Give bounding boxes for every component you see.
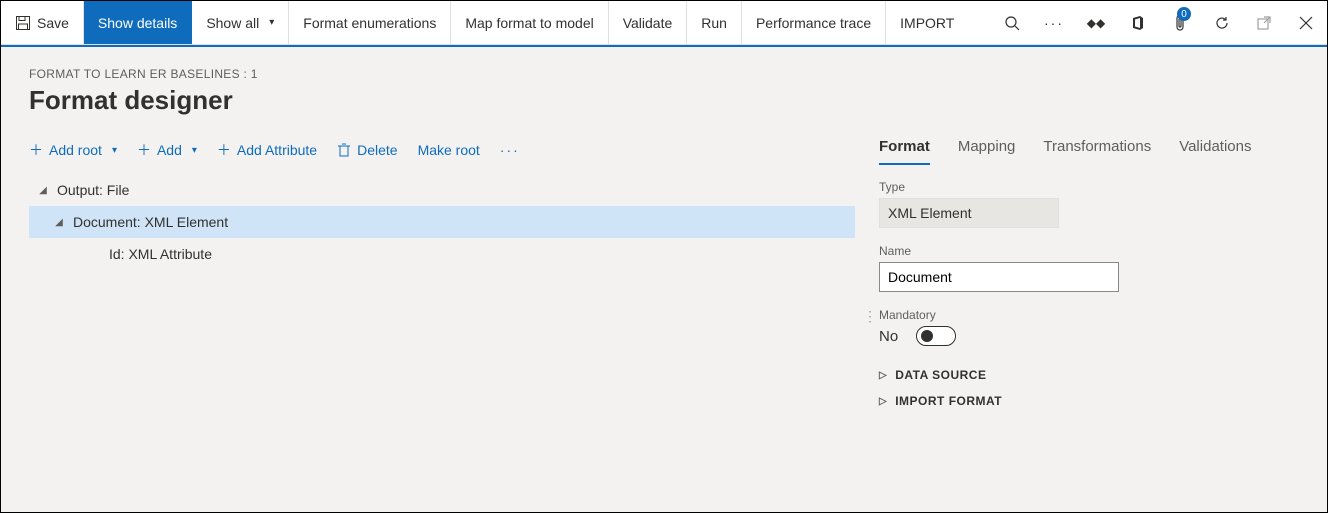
refresh-button[interactable] <box>1201 1 1243 44</box>
save-icon <box>15 15 31 31</box>
format-enum-label: Format enumerations <box>303 15 436 31</box>
trash-icon <box>337 143 351 157</box>
content-area: FORMAT TO LEARN ER BASELINES : 1 Format … <box>1 45 1327 512</box>
tree-node-output[interactable]: ◢ Output: File <box>29 174 855 206</box>
detail-tabs: Format Mapping Transformations Validatio… <box>879 134 1299 166</box>
add-label: Add <box>157 142 182 158</box>
add-attribute-label: Add Attribute <box>237 142 317 158</box>
tab-validations[interactable]: Validations <box>1179 134 1251 165</box>
ellipsis-icon: ··· <box>500 142 520 158</box>
caret-right-icon: ▷ <box>879 396 887 407</box>
tree-node-label: Id: XML Attribute <box>109 246 212 262</box>
tree-node-id[interactable]: Id: XML Attribute <box>29 238 855 270</box>
popout-icon <box>1256 15 1272 31</box>
ellipsis-icon: ··· <box>1044 15 1064 31</box>
mandatory-toggle[interactable] <box>916 326 956 346</box>
perf-trace-label: Performance trace <box>756 15 871 31</box>
diamonds-button[interactable]: ◆◆ <box>1075 1 1117 44</box>
format-tree: ◢ Output: File ◢ Document: XML Element I… <box>29 174 855 270</box>
diamonds-icon: ◆◆ <box>1087 16 1105 30</box>
toggle-knob <box>921 330 933 342</box>
caret-expanded-icon: ◢ <box>37 185 49 196</box>
left-pane: ＋ Add root ▾ ＋ Add ▾ ＋ Add Attribute Del… <box>29 134 855 270</box>
validate-label: Validate <box>623 15 673 31</box>
more-actions-button[interactable]: ··· <box>500 142 520 158</box>
caret-expanded-icon: ◢ <box>53 217 65 228</box>
performance-trace-button[interactable]: Performance trace <box>742 1 886 44</box>
refresh-icon <box>1214 15 1230 31</box>
more-button[interactable]: ··· <box>1033 1 1075 44</box>
format-enumerations-button[interactable]: Format enumerations <box>289 1 451 44</box>
mandatory-value: No <box>879 328 898 345</box>
show-details-button[interactable]: Show details <box>84 1 192 44</box>
search-button[interactable] <box>991 1 1033 44</box>
plus-icon: ＋ <box>137 140 151 160</box>
chevron-down-icon: ▾ <box>269 17 274 28</box>
caret-right-icon: ▷ <box>879 370 887 381</box>
tab-mapping[interactable]: Mapping <box>958 134 1016 165</box>
breadcrumb: FORMAT TO LEARN ER BASELINES : 1 <box>29 67 1299 81</box>
make-root-button[interactable]: Make root <box>418 142 480 158</box>
mandatory-label: Mandatory <box>879 308 1299 322</box>
add-attribute-button[interactable]: ＋ Add Attribute <box>217 140 317 160</box>
run-label: Run <box>701 15 727 31</box>
delete-label: Delete <box>357 142 397 158</box>
name-input[interactable] <box>879 262 1119 292</box>
import-format-label: IMPORT FORMAT <box>895 394 1002 408</box>
close-icon <box>1299 16 1313 30</box>
run-button[interactable]: Run <box>687 1 742 44</box>
plus-icon: ＋ <box>29 140 43 160</box>
map-format-button[interactable]: Map format to model <box>451 1 608 44</box>
show-details-label: Show details <box>98 15 177 31</box>
tree-action-bar: ＋ Add root ▾ ＋ Add ▾ ＋ Add Attribute Del… <box>29 134 855 174</box>
data-source-label: DATA SOURCE <box>895 368 986 382</box>
show-all-button[interactable]: Show all ▾ <box>192 1 289 44</box>
make-root-label: Make root <box>418 142 480 158</box>
name-label: Name <box>879 244 1299 258</box>
add-root-button[interactable]: ＋ Add root ▾ <box>29 140 117 160</box>
tree-node-label: Document: XML Element <box>73 214 228 230</box>
chevron-down-icon: ▾ <box>192 145 197 156</box>
name-field-group: Name <box>879 244 1299 292</box>
search-icon <box>1004 15 1020 31</box>
save-label: Save <box>37 15 69 31</box>
tree-node-label: Output: File <box>57 182 129 198</box>
tab-transformations[interactable]: Transformations <box>1043 134 1151 165</box>
add-root-label: Add root <box>49 142 102 158</box>
popout-button[interactable] <box>1243 1 1285 44</box>
save-button[interactable]: Save <box>1 1 84 44</box>
data-source-expander[interactable]: ▷ DATA SOURCE <box>879 362 1299 388</box>
right-pane: Format Mapping Transformations Validatio… <box>879 134 1299 414</box>
import-format-expander[interactable]: ▷ IMPORT FORMAT <box>879 388 1299 414</box>
drag-handle-icon[interactable]: ⋮ <box>863 308 875 325</box>
tab-format[interactable]: Format <box>879 134 930 165</box>
mandatory-field-group: ⋮ Mandatory No <box>879 308 1299 346</box>
type-display: XML Element <box>879 198 1059 228</box>
office-icon <box>1130 15 1146 31</box>
validate-button[interactable]: Validate <box>609 1 688 44</box>
map-format-label: Map format to model <box>465 15 593 31</box>
badge-count: 0 <box>1177 7 1191 21</box>
page-title: Format designer <box>29 85 1299 116</box>
type-label: Type <box>879 180 1299 194</box>
close-button[interactable] <box>1285 1 1327 44</box>
delete-button[interactable]: Delete <box>337 142 397 158</box>
toolbar: Save Show details Show all ▾ Format enum… <box>1 1 1327 45</box>
add-button[interactable]: ＋ Add ▾ <box>137 140 197 160</box>
show-all-label: Show all <box>206 15 259 31</box>
attachments-button[interactable]: 0 <box>1159 1 1201 44</box>
import-label: IMPORT <box>900 15 954 31</box>
office-button[interactable] <box>1117 1 1159 44</box>
import-button[interactable]: IMPORT <box>886 1 968 44</box>
tree-node-document[interactable]: ◢ Document: XML Element <box>29 206 855 238</box>
plus-icon: ＋ <box>217 140 231 160</box>
chevron-down-icon: ▾ <box>112 145 117 156</box>
type-field-group: Type XML Element <box>879 180 1299 228</box>
